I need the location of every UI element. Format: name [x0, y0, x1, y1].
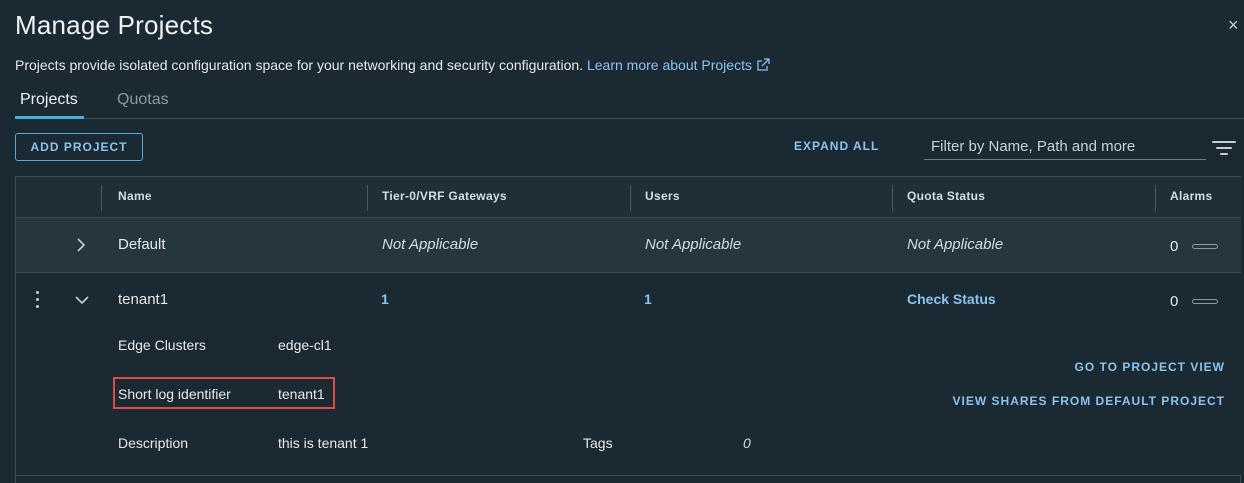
check-status-link[interactable]: Check Status: [907, 291, 996, 307]
column-header-alarms[interactable]: Alarms: [1170, 189, 1213, 203]
column-header-name[interactable]: Name: [118, 189, 152, 203]
add-project-button[interactable]: ADD PROJECT: [15, 133, 143, 161]
edge-clusters-value: edge-cl1: [278, 337, 332, 353]
chevron-down-icon[interactable]: [75, 295, 89, 305]
dialog-description: Projects provide isolated configuration …: [15, 57, 770, 73]
description-value: this is tenant 1: [278, 435, 369, 451]
alarm-indicator: [1192, 299, 1218, 304]
go-to-project-view-link[interactable]: GO TO PROJECT VIEW: [1075, 360, 1225, 374]
expand-all-button[interactable]: EXPAND ALL: [794, 139, 879, 153]
column-separator[interactable]: [101, 185, 102, 211]
short-log-identifier-value: tenant1: [278, 386, 325, 402]
external-link-icon: [757, 58, 770, 71]
table-row-expanded: [16, 273, 1241, 476]
tags-count[interactable]: 0: [743, 435, 751, 451]
row-actions-icon[interactable]: [34, 291, 42, 309]
row-gateways-link[interactable]: 1: [381, 291, 389, 307]
row-alarm-count: 0: [1170, 238, 1179, 255]
column-header-users[interactable]: Users: [645, 189, 680, 203]
grid-header: [16, 177, 1241, 218]
column-header-gateways[interactable]: Tier-0/VRF Gateways: [382, 189, 507, 203]
chevron-right-icon[interactable]: [76, 238, 86, 252]
dialog-title: Manage Projects: [15, 10, 214, 40]
short-log-identifier-label: Short log identifier: [118, 386, 231, 402]
filter-input[interactable]: [924, 134, 1206, 160]
close-icon[interactable]: ×: [1228, 16, 1239, 34]
row-name[interactable]: Default: [118, 236, 166, 253]
column-separator[interactable]: [630, 185, 631, 211]
row-name[interactable]: tenant1: [118, 291, 168, 308]
column-separator[interactable]: [1155, 185, 1156, 211]
row-quota-status: Not Applicable: [907, 236, 1004, 253]
tabs-divider: [15, 118, 1244, 119]
description-label: Description: [118, 435, 189, 451]
column-header-quota-status[interactable]: Quota Status: [907, 189, 985, 203]
row-gateways: Not Applicable: [382, 236, 479, 253]
row-users-link[interactable]: 1: [644, 291, 652, 307]
edge-clusters-label: Edge Clusters: [118, 337, 206, 353]
filter-icon[interactable]: [1212, 140, 1236, 156]
tags-label: Tags: [583, 435, 613, 451]
column-separator[interactable]: [892, 185, 893, 211]
row-alarm-count: 0: [1170, 293, 1179, 310]
view-shares-link[interactable]: VIEW SHARES FROM DEFAULT PROJECT: [953, 394, 1225, 408]
learn-more-link[interactable]: Learn more about Projects: [587, 57, 770, 73]
tab-quotas[interactable]: Quotas: [117, 91, 169, 109]
description-text: Projects provide isolated configuration …: [15, 57, 584, 73]
learn-more-label[interactable]: Learn more about Projects: [587, 57, 752, 73]
column-separator[interactable]: [367, 185, 368, 211]
active-tab-indicator: [15, 116, 84, 119]
row-users: Not Applicable: [645, 236, 742, 253]
tab-projects[interactable]: Projects: [20, 91, 78, 109]
alarm-indicator: [1192, 244, 1218, 249]
table-row: [16, 218, 1241, 273]
